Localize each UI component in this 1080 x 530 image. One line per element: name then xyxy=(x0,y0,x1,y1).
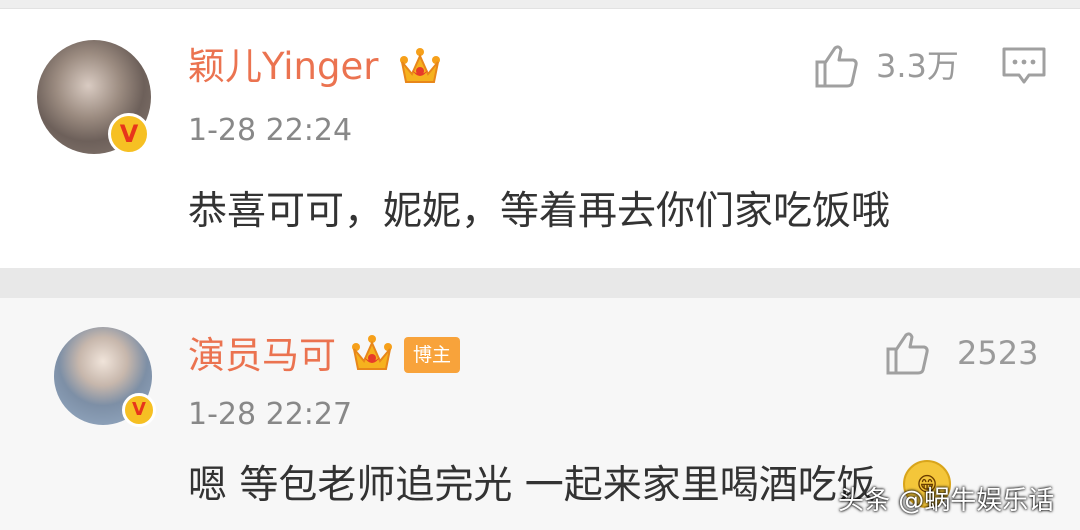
thumbs-up-icon[interactable] xyxy=(813,42,861,90)
comment-time: 1-28 22:27 xyxy=(188,397,353,432)
comment-icon[interactable] xyxy=(1001,46,1047,86)
crown-icon xyxy=(352,335,392,370)
divider xyxy=(0,268,1080,298)
crown-icon xyxy=(400,48,440,83)
like-count: 2523 xyxy=(957,334,1039,372)
blogger-tag: 博主 xyxy=(404,337,460,373)
watermark: 头条 @蜗牛娱乐话 xyxy=(838,486,1055,516)
comment-time: 1-28 22:24 xyxy=(188,113,353,148)
top-divider xyxy=(0,0,1080,9)
comment-text: 嗯 等包老师追完光 一起来家里喝酒吃饭 xyxy=(188,463,876,508)
username[interactable]: 演员马可 xyxy=(188,334,336,378)
comment-text: 恭喜可可，妮妮，等着再去你们家吃饭哦 xyxy=(188,189,891,234)
verified-badge-icon: V xyxy=(108,113,150,155)
like-count: 3.3万 xyxy=(876,47,959,85)
thumbs-up-icon[interactable] xyxy=(884,329,932,377)
verified-badge-icon: V xyxy=(122,393,156,427)
username[interactable]: 颖儿Yinger xyxy=(188,45,378,89)
